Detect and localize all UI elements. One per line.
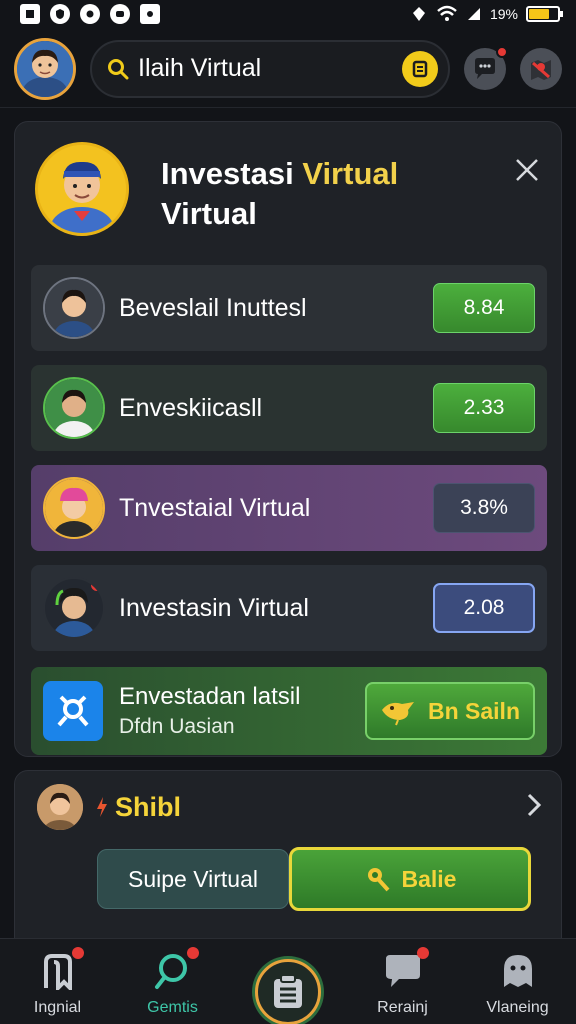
bookmark-icon [38,947,84,991]
nav-label: Vlaneing [486,999,549,1016]
message-icon [140,4,160,24]
alarm-icon [412,7,425,21]
notification-dot [186,947,199,959]
flame-icon [97,797,107,817]
chevron-right-icon[interactable] [525,792,543,823]
search-icon [106,57,130,81]
list-item[interactable]: Investasin Virtual 2.08 [31,565,547,651]
card2-header[interactable]: Shibl [37,781,543,833]
item-label: Beveslail Inuttesl [119,293,307,322]
promo-title: Envestadan latsil [119,683,301,710]
title-highlight: Virtual [302,156,399,191]
shield-icon [50,4,70,24]
battery-percent: 19% [489,6,518,22]
balance-button[interactable]: Balie [289,847,531,911]
app-notification-icon [20,4,40,24]
nav-item-gemtis[interactable]: Gemtis [115,939,230,1024]
record-icon [80,4,100,24]
top-header: Ilaih Virtual [0,30,576,108]
nav-label: Rerainj [377,999,428,1016]
panel-header: Investasi Virtual Virtual [35,142,545,242]
item-label: Enveskiicasll [119,393,263,422]
investment-panel: Investasi Virtual Virtual Beveslail Inut… [14,121,562,757]
key-icon [367,868,389,892]
item-value-button[interactable]: 3.8% [433,483,535,533]
coin-icon[interactable] [402,50,439,87]
chat-nav-icon [383,947,429,991]
bottom-navigation: Ingnial Gemtis Rerainj Vlaneing [0,938,576,1024]
nav-label: Ingnial [33,999,82,1016]
battery-icon [526,6,563,22]
promo-item[interactable]: Envestadan latsil Dfdn Uasian Bn Sailn [31,667,547,755]
promo-subtitle: Dfdn Uasian [119,715,235,738]
item-value-button[interactable]: 2.33 [433,383,535,433]
promo-button-label: Bn Sailn [427,697,520,724]
search-nav-icon [153,947,199,991]
nav-item-center[interactable] [230,939,345,1024]
close-icon [516,159,538,181]
title-plain: Investasi [161,156,294,191]
search-bar[interactable]: Ilaih Virtual [90,39,451,98]
profile-avatar[interactable] [14,37,76,100]
map-pin-icon [531,59,552,80]
signal-icon [467,8,480,20]
panel-title: Investasi Virtual Virtual [161,154,398,234]
item-avatar [43,377,105,439]
item-avatar [43,577,105,639]
messages-button[interactable] [464,45,509,90]
map-button[interactable] [520,47,562,90]
status-bar: 19% [0,0,576,28]
notification-dot [496,45,509,58]
swipe-virtual-button[interactable]: Suipe Virtual [97,849,289,909]
list-item[interactable]: Enveskiicasll 2.33 [31,365,547,451]
clipboard-icon [273,974,302,1008]
item-value-button[interactable]: 8.84 [433,283,535,333]
balance-button-label: Balie [401,865,457,892]
nav-item-vlaneing[interactable]: Vlaneing [460,939,575,1024]
bird-icon [381,702,414,726]
notification-dot [71,947,84,959]
item-value-button[interactable]: 2.08 [433,583,535,633]
item-avatar [43,477,105,539]
list-item[interactable]: Tnvestaial Virtual 3.8% [31,465,547,551]
status-left-icons [20,4,160,24]
item-label: Investasin Virtual [119,593,309,622]
center-action-button[interactable] [254,959,321,1024]
item-label: Tnvestaial Virtual [119,493,311,522]
nav-label: Gemtis [147,999,198,1016]
card2-title-text: Shibl [115,791,181,822]
search-input-text[interactable]: Ilaih Virtual [138,54,402,83]
card2-avatar [37,784,83,830]
notification-dot [416,947,429,959]
item-avatar [43,277,105,339]
chat-icon [110,4,130,24]
secondary-card: Shibl Suipe Virtual Balie [14,770,562,940]
nav-item-rerainj[interactable]: Rerainj [345,939,460,1024]
close-button[interactable] [509,152,545,188]
notification-dot [91,579,103,591]
wifi-icon [437,5,457,21]
promo-text: Envestadan latsil Dfdn Uasian [119,683,365,739]
panel-avatar [35,142,129,236]
chat-bubble-icon [475,57,496,79]
list-item[interactable]: Beveslail Inuttesl 8.84 [31,265,547,351]
card2-title: Shibl [95,792,181,823]
title-line2: Virtual [161,196,257,231]
status-right-icons: 19% [410,5,563,23]
network-icon [43,681,103,741]
nav-item-ingnial[interactable]: Ingnial [0,939,115,1024]
promo-action-button[interactable]: Bn Sailn [365,682,535,740]
ghost-icon [498,951,538,991]
